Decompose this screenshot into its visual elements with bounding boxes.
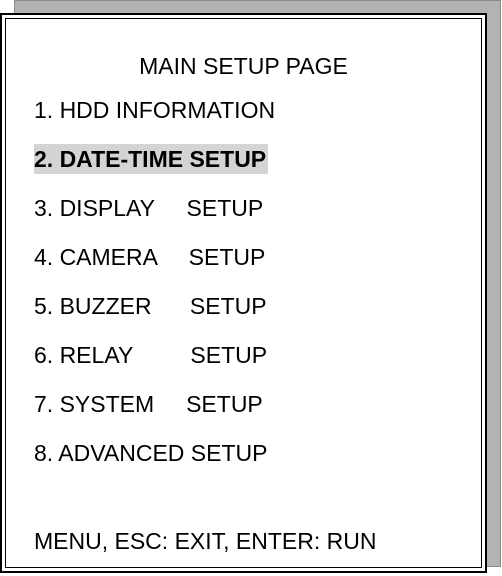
setup-menu-list: 1. HDD INFORMATION 2. DATE-TIME SETUP 3.… xyxy=(34,95,277,487)
menu-item-display-setup[interactable]: 3. DISPLAY SETUP xyxy=(34,193,277,242)
page-title: MAIN SETUP PAGE xyxy=(139,53,348,79)
menu-item-advanced-setup[interactable]: 8. ADVANCED SETUP xyxy=(34,438,277,487)
menu-item-label: 5. BUZZER SETUP xyxy=(34,293,267,319)
menu-item-camera-setup[interactable]: 4. CAMERA SETUP xyxy=(34,242,277,291)
menu-item-system-setup[interactable]: 7. SYSTEM SETUP xyxy=(34,389,277,438)
menu-item-label: 2. DATE-TIME SETUP xyxy=(34,144,269,174)
key-hint-footer: MENU, ESC: EXIT, ENTER: RUN xyxy=(34,528,377,554)
menu-item-hdd-information[interactable]: 1. HDD INFORMATION xyxy=(34,95,277,144)
menu-item-label: 6. RELAY SETUP xyxy=(34,342,268,368)
osd-inner-border: MAIN SETUP PAGE 1. HDD INFORMATION 2. DA… xyxy=(5,18,482,568)
menu-item-label: 1. HDD INFORMATION xyxy=(34,97,276,123)
menu-item-label: 4. CAMERA SETUP xyxy=(34,244,266,270)
osd-screen: MAIN SETUP PAGE 1. HDD INFORMATION 2. DA… xyxy=(0,13,487,573)
menu-item-date-time-setup[interactable]: 2. DATE-TIME SETUP xyxy=(34,144,277,193)
menu-item-label: 3. DISPLAY SETUP xyxy=(34,195,264,221)
menu-item-label: 7. SYSTEM SETUP xyxy=(34,391,263,417)
menu-item-buzzer-setup[interactable]: 5. BUZZER SETUP xyxy=(34,291,277,340)
menu-item-label: 8. ADVANCED SETUP xyxy=(34,440,268,466)
menu-item-relay-setup[interactable]: 6. RELAY SETUP xyxy=(34,340,277,389)
